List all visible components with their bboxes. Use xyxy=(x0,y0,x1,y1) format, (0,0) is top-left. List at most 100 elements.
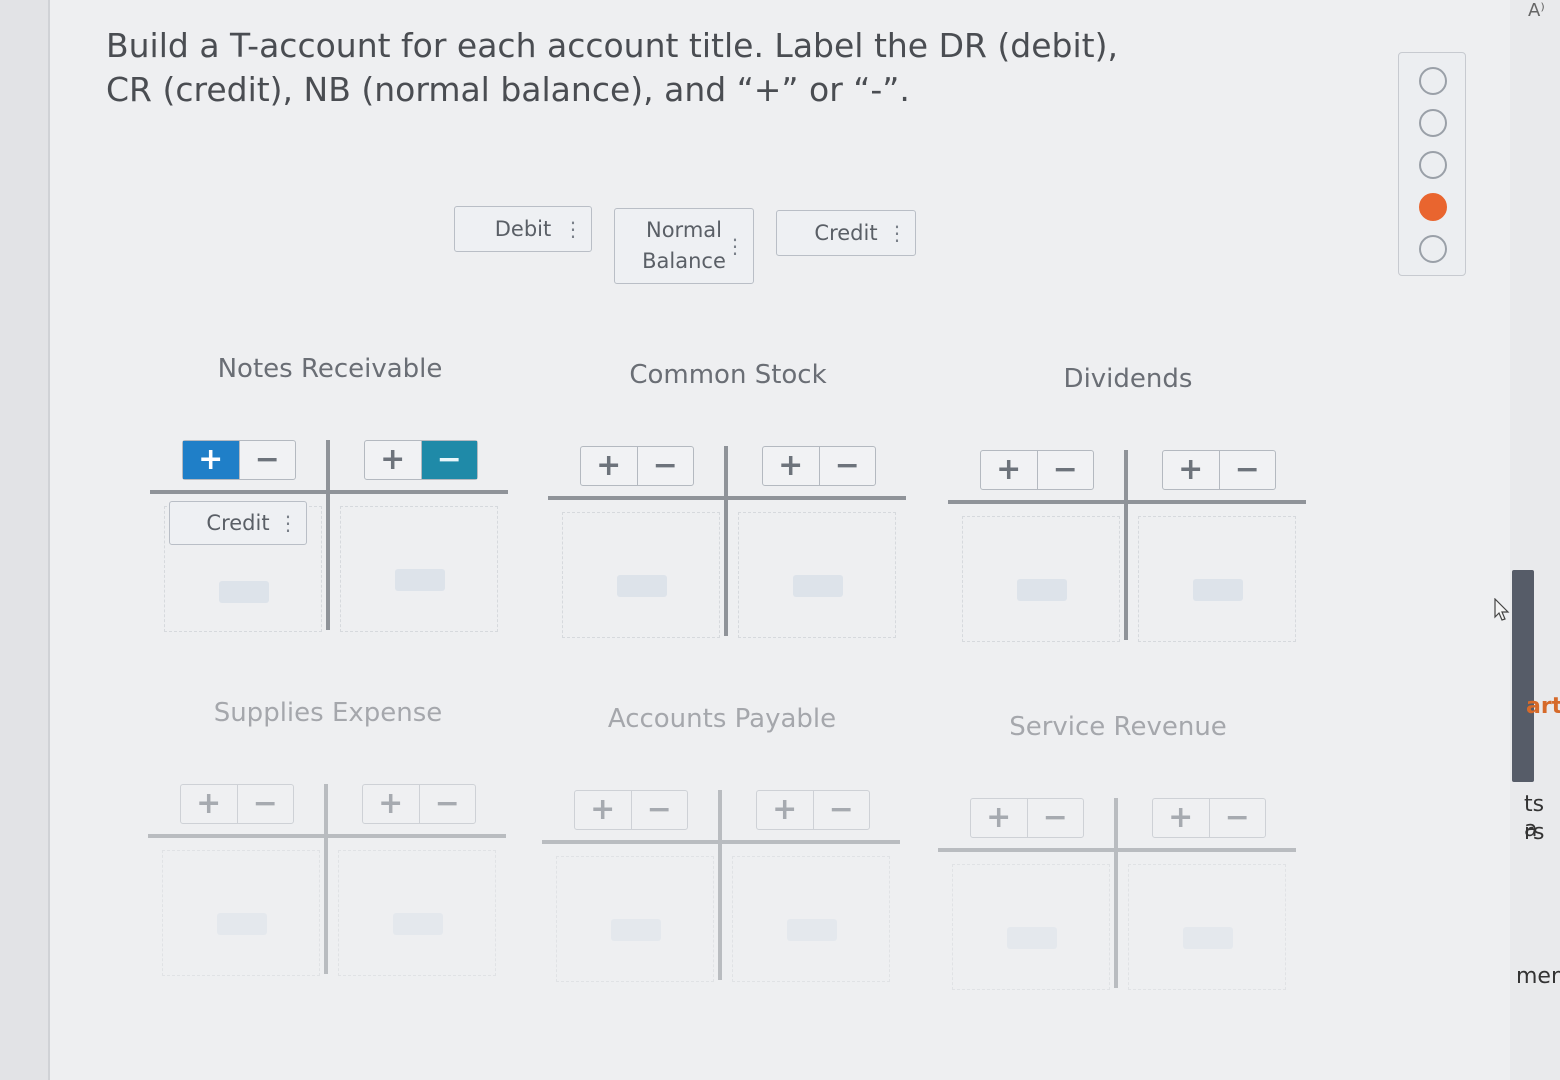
left-drop-zone[interactable]: Credit ⋮ xyxy=(164,501,322,632)
question-instructions: Build a T-account for each account title… xyxy=(106,26,1118,109)
placed-chip-label: Credit xyxy=(206,510,270,535)
account-title: Service Revenue xyxy=(1009,712,1227,742)
progress-dot[interactable] xyxy=(1419,109,1447,137)
account-title: Common Stock xyxy=(629,360,827,390)
t-account-vertical-line xyxy=(1114,798,1118,988)
right-drop-zone[interactable] xyxy=(738,512,896,638)
side-fragment-3: rs xyxy=(1524,820,1545,845)
left-drop-zone[interactable] xyxy=(562,512,720,638)
mouse-cursor-icon xyxy=(1494,598,1510,621)
drop-slot[interactable] xyxy=(787,919,837,941)
right-drop-zone[interactable] xyxy=(1138,516,1296,642)
right-drop-zone[interactable] xyxy=(340,506,498,632)
plus-button[interactable]: + xyxy=(1153,799,1209,837)
chip-normal-balance-line1: Normal xyxy=(646,218,722,242)
plus-button[interactable]: + xyxy=(183,441,239,479)
drop-slot[interactable] xyxy=(219,581,269,603)
right-sign-toggle: + − xyxy=(364,440,478,480)
plus-button[interactable]: + xyxy=(971,799,1027,837)
drag-handle-icon: ⋮ xyxy=(725,234,745,258)
drag-handle-icon: ⋮ xyxy=(563,217,583,241)
drop-slot[interactable] xyxy=(617,575,667,597)
plus-button[interactable]: + xyxy=(757,791,813,829)
minus-button[interactable]: − xyxy=(238,441,296,479)
right-drop-zone[interactable] xyxy=(338,850,496,976)
t-account-dividends: Dividends + − + − xyxy=(948,364,1308,664)
t-account-notes-receivable: Notes Receivable + − + − Credit ⋮ xyxy=(150,354,510,654)
account-title: Accounts Payable xyxy=(607,704,837,734)
side-fragment-1: art xyxy=(1526,694,1560,719)
left-sign-toggle: + − xyxy=(580,446,694,486)
right-sign-toggle: + − xyxy=(762,446,876,486)
minus-button[interactable]: − xyxy=(630,791,688,829)
left-edge-strip xyxy=(0,0,50,1080)
left-drop-zone[interactable] xyxy=(952,864,1110,990)
minus-button[interactable]: − xyxy=(818,447,876,485)
minus-button[interactable]: − xyxy=(636,447,694,485)
drop-slot[interactable] xyxy=(393,913,443,935)
progress-dot[interactable] xyxy=(1419,151,1447,179)
left-sign-toggle: + − xyxy=(182,440,296,480)
right-sign-toggle: + − xyxy=(1162,450,1276,490)
minus-button[interactable]: − xyxy=(420,441,477,479)
t-account-common-stock: Common Stock + − + − xyxy=(548,360,908,660)
drop-slot[interactable] xyxy=(217,913,267,935)
question-progress xyxy=(1398,52,1466,276)
drop-slot[interactable] xyxy=(1183,927,1233,949)
scrollbar-thumb[interactable] xyxy=(1512,570,1534,782)
drop-slot[interactable] xyxy=(1007,927,1057,949)
right-drop-zone[interactable] xyxy=(1128,864,1286,990)
t-account-vertical-line xyxy=(724,446,728,636)
minus-button[interactable]: − xyxy=(812,791,870,829)
chip-credit[interactable]: Credit ⋮ xyxy=(776,210,916,256)
left-drop-zone[interactable] xyxy=(556,856,714,982)
placed-chip-credit[interactable]: Credit ⋮ xyxy=(169,501,307,545)
plus-button[interactable]: + xyxy=(981,451,1037,489)
progress-dot[interactable] xyxy=(1419,235,1447,263)
plus-button[interactable]: + xyxy=(363,785,419,823)
left-sign-toggle: + − xyxy=(980,450,1094,490)
plus-button[interactable]: + xyxy=(763,447,819,485)
t-account-accounts-payable: Accounts Payable + − + − xyxy=(542,704,902,1004)
drop-slot[interactable] xyxy=(1017,579,1067,601)
minus-button[interactable]: − xyxy=(1208,799,1266,837)
plus-button[interactable]: + xyxy=(1163,451,1219,489)
right-sign-toggle: + − xyxy=(362,784,476,824)
plus-button[interactable]: + xyxy=(575,791,631,829)
right-drop-zone[interactable] xyxy=(732,856,890,982)
drag-handle-icon: ⋮ xyxy=(278,511,298,535)
minus-button[interactable]: − xyxy=(1036,451,1094,489)
drop-slot[interactable] xyxy=(793,575,843,597)
minus-button[interactable]: − xyxy=(418,785,476,823)
account-title: Notes Receivable xyxy=(217,354,443,384)
left-sign-toggle: + − xyxy=(180,784,294,824)
t-account-service-revenue: Service Revenue + − + − xyxy=(938,712,1298,1012)
plus-button[interactable]: + xyxy=(181,785,237,823)
minus-button[interactable]: − xyxy=(236,785,294,823)
left-sign-toggle: + − xyxy=(574,790,688,830)
text-size-icon[interactable]: A⁾ xyxy=(1528,0,1545,21)
t-account-vertical-line xyxy=(1124,450,1128,640)
minus-button[interactable]: − xyxy=(1218,451,1276,489)
plus-button[interactable]: + xyxy=(581,447,637,485)
t-account-vertical-line xyxy=(718,790,722,980)
left-sign-toggle: + − xyxy=(970,798,1084,838)
chip-normal-balance[interactable]: Normal Balance ⋮ xyxy=(614,208,754,284)
t-account-vertical-line xyxy=(326,440,330,630)
drop-slot[interactable] xyxy=(395,569,445,591)
account-title: Dividends xyxy=(1063,364,1193,394)
left-drop-zone[interactable] xyxy=(162,850,320,976)
drop-slot[interactable] xyxy=(1193,579,1243,601)
left-drop-zone[interactable] xyxy=(962,516,1120,642)
progress-dot[interactable] xyxy=(1419,67,1447,95)
chip-debit[interactable]: Debit ⋮ xyxy=(454,206,592,252)
minus-button[interactable]: − xyxy=(1026,799,1084,837)
account-title: Supplies Expense xyxy=(213,698,443,728)
chip-credit-label: Credit xyxy=(814,220,878,245)
drop-slot[interactable] xyxy=(611,919,661,941)
t-account-supplies-expense: Supplies Expense + − + − xyxy=(148,698,508,998)
progress-dot-current[interactable] xyxy=(1419,193,1447,221)
right-sign-toggle: + − xyxy=(756,790,870,830)
plus-button[interactable]: + xyxy=(365,441,421,479)
right-sign-toggle: + − xyxy=(1152,798,1266,838)
